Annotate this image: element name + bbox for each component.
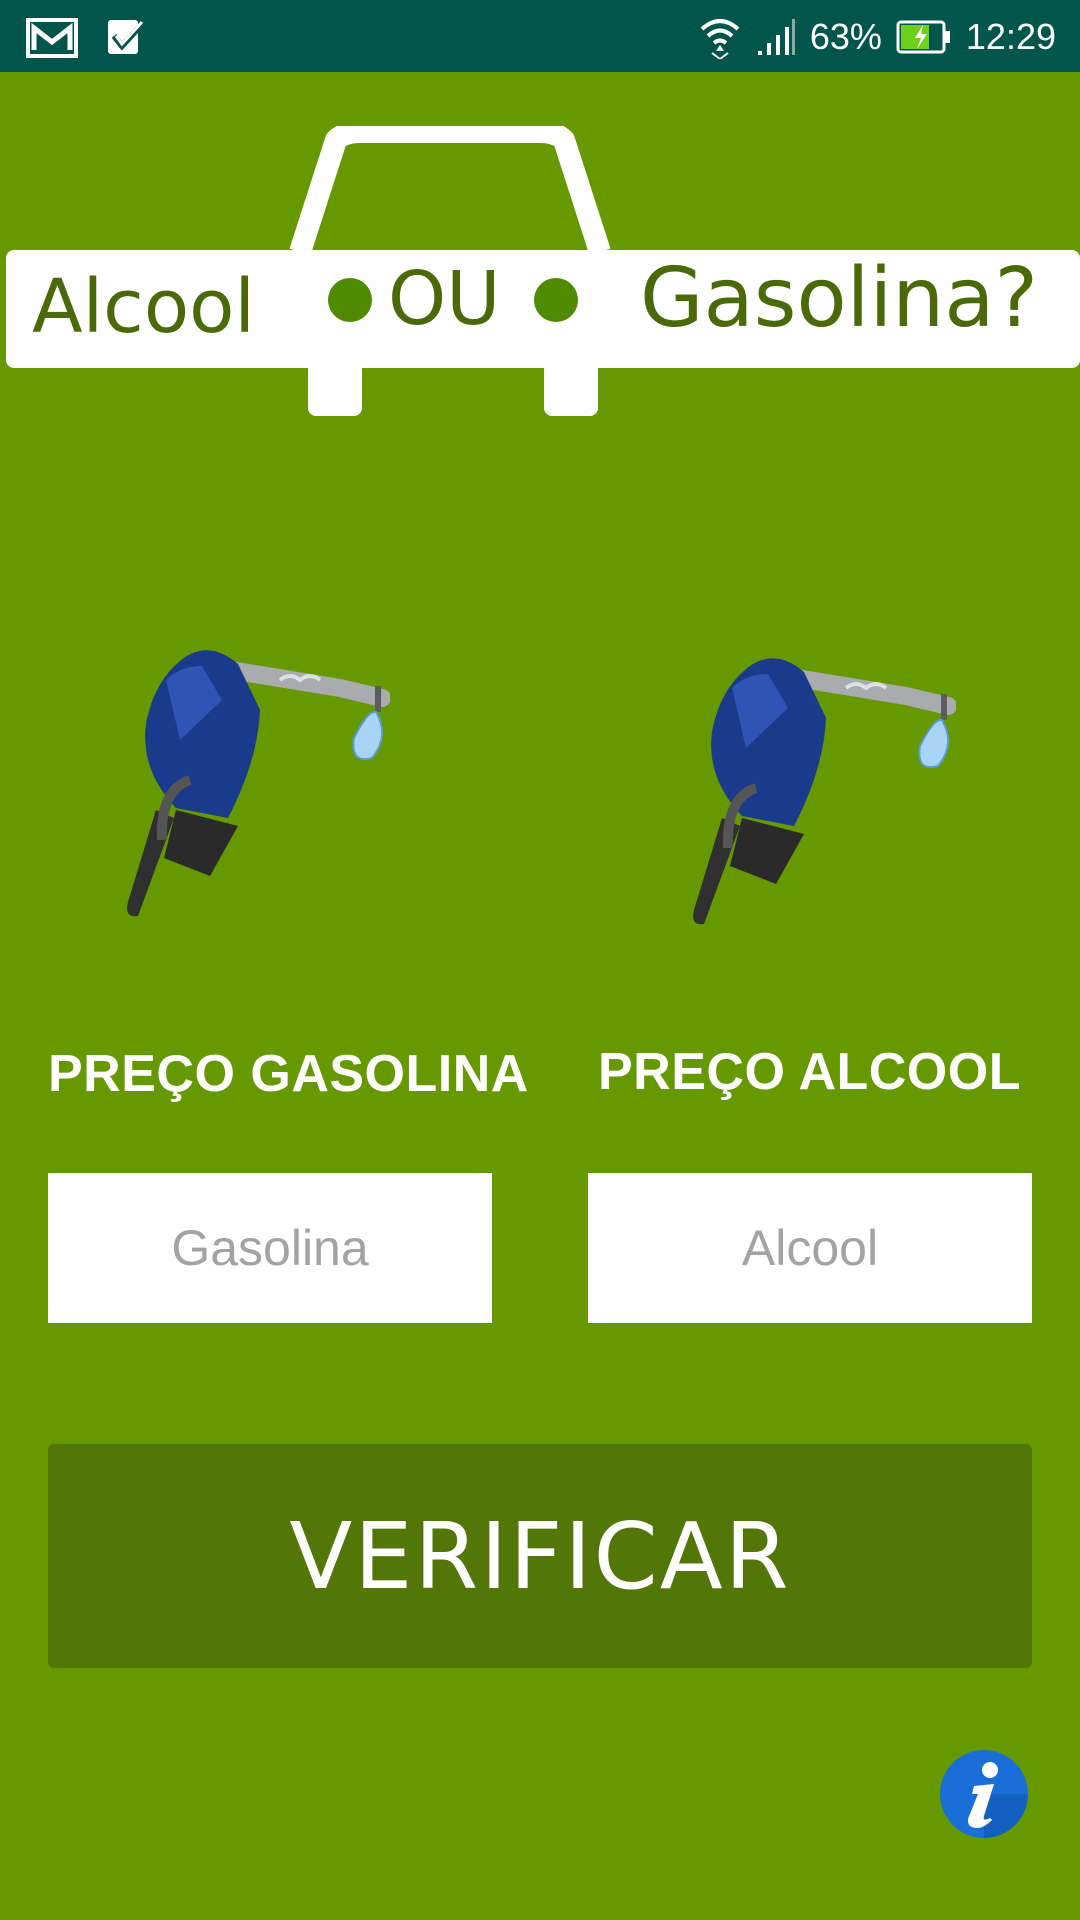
logo-word-gasolina: Gasolina? — [640, 251, 1038, 346]
clock: 12:29 — [965, 16, 1056, 57]
alcohol-price-input[interactable] — [588, 1173, 1032, 1323]
gasoline-nozzle-icon — [127, 650, 390, 917]
battery-percent: 63% — [809, 16, 882, 57]
signal-icon — [757, 19, 795, 55]
app-logo: Alcool OU Gasolina? — [6, 126, 1080, 416]
logo-word-alcool: Alcool — [32, 264, 255, 350]
gasoline-price-input[interactable] — [48, 1173, 492, 1323]
status-bar: 63% 12:29 — [0, 0, 1080, 72]
logo-word-ou: OU — [388, 256, 500, 342]
alcohol-nozzle-icon — [693, 658, 956, 925]
battery-charging-icon — [896, 20, 950, 54]
gasoline-price-label: PREÇO GASOLINA — [48, 1045, 529, 1103]
alcohol-price-label: PREÇO ALCOOL — [598, 1043, 1021, 1101]
gmail-icon — [26, 18, 78, 58]
verify-button[interactable]: VERIFICAR — [48, 1444, 1032, 1668]
tasks-check-icon — [108, 19, 147, 54]
info-icon[interactable] — [938, 1748, 1030, 1840]
wifi-icon — [700, 19, 740, 59]
